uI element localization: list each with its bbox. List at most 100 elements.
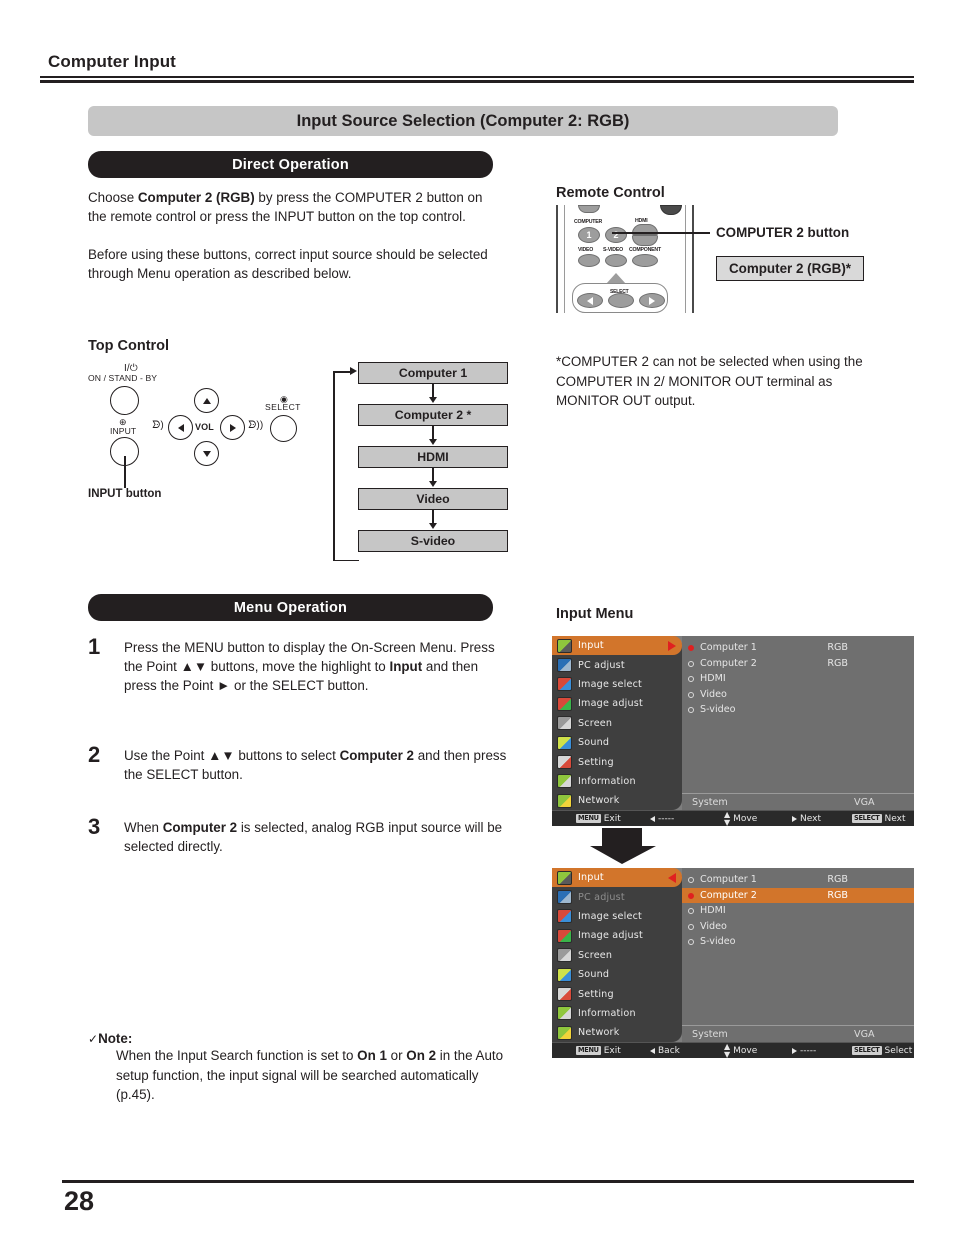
remote-computer-2-button[interactable]: 2 [605, 227, 627, 243]
osd-2-sidebar-label: Network [578, 1027, 620, 1039]
top-control-select-button[interactable] [270, 415, 297, 442]
flow-loop-arrowhead-icon [350, 367, 357, 375]
osd-1-source-value: RGB [827, 642, 848, 654]
remote-video-button[interactable] [578, 254, 600, 267]
radio-selected-icon [688, 892, 694, 899]
osd-1-source-label: Video [700, 688, 727, 700]
note-title: ✓Note: [88, 1031, 518, 1046]
osd-2-sidebar-item-screen[interactable]: Screen [552, 946, 682, 965]
remote-control-label: Remote Control [556, 185, 665, 201]
osd-1-source-s-video[interactable]: S-video [682, 702, 914, 718]
osd-screenshot-1: Input PC adjust Image select Image adjust Sc… [552, 636, 914, 826]
osd-2-source-computer-1[interactable]: Computer 1 RGB [682, 872, 914, 888]
step-1: 1 Press the MENU button to display the O… [88, 634, 508, 695]
osd-1-source-computer-2[interactable]: Computer 2 RGB [682, 656, 914, 672]
top-control-point-up-button[interactable] [194, 388, 219, 413]
osd-1-sidebar-item-input[interactable]: Input [552, 636, 682, 656]
osd-2-sidebar-item-sound[interactable]: Sound [552, 965, 682, 984]
top-control-point-left-button[interactable] [168, 415, 193, 440]
osd-1-sidebar-item-setting[interactable]: Setting [552, 752, 682, 771]
flow-loop-vertical [333, 371, 335, 561]
flow-arrow-4 [429, 510, 436, 529]
triangle-right-icon [649, 296, 655, 305]
osd-1-sidebar-item-pc-adjust[interactable]: PC adjust [552, 655, 682, 674]
osd-1-sidebar-item-network[interactable]: Network [552, 791, 682, 810]
osd-1-source-list: Computer 1 RGB Computer 2 RGB HDMI Video S-vid… [682, 636, 914, 718]
radio-selected-icon [688, 645, 694, 651]
flow-arrow-1 [429, 384, 436, 403]
osd-2-system-row: System VGA [682, 1025, 914, 1042]
remote-component-button[interactable] [632, 254, 658, 267]
osd-1-next: Next [792, 814, 821, 824]
remote-select-button[interactable] [608, 293, 634, 308]
input-icon [557, 870, 572, 885]
osd-1-exit[interactable]: MENU Exit [576, 814, 621, 824]
osd-2-exit[interactable]: MENU Exit [576, 1046, 621, 1056]
osd-2-sidebar-label: Input [578, 872, 604, 884]
triangle-right-icon [792, 1047, 797, 1054]
osd-1-source-computer-1[interactable]: Computer 1 RGB [682, 640, 914, 656]
remote-point-right-button[interactable] [639, 293, 665, 308]
osd-2-source-label: Computer 1 [700, 874, 757, 886]
callout-computer-2-rgb: Computer 2 (RGB)* [716, 256, 865, 281]
triangle-left-icon [650, 1047, 655, 1054]
remote-point-left-button[interactable] [577, 293, 603, 308]
osd-2-sidebar-item-information[interactable]: Information [552, 1004, 682, 1023]
osd-2-select[interactable]: SELECT Select [852, 1046, 912, 1056]
osd-2-body: Input PC adjust Image select Image adjust Sc… [552, 868, 914, 1042]
osd-2-sidebar-item-input[interactable]: Input [552, 868, 682, 888]
remote-s-video-label: S-VIDEO [603, 247, 623, 253]
osd-2-source-value: RGB [827, 874, 848, 886]
osd-1-sidebar-item-information[interactable]: Information [552, 772, 682, 791]
osd-2-source-label: HDMI [700, 905, 726, 917]
osd-2-sidebar-item-network[interactable]: Network [552, 1023, 682, 1042]
information-icon [557, 1006, 572, 1021]
osd-2-source-hdmi[interactable]: HDMI [682, 903, 914, 919]
up-down-arrow-icon: ▲ ▼ [724, 809, 731, 827]
osd-2-source-video[interactable]: Video [682, 919, 914, 935]
osd-2-sidebar-item-image-adjust[interactable]: Image adjust [552, 926, 682, 945]
top-control-power-button[interactable] [110, 386, 139, 415]
up-down-arrow-icon: ▲ ▼ [724, 1041, 731, 1059]
triangle-left-icon [177, 423, 184, 432]
step-3-number: 3 [88, 814, 101, 839]
osd-1-sidebar-item-image-select[interactable]: Image select [552, 675, 682, 694]
osd-1-sidebar-item-screen[interactable]: Screen [552, 714, 682, 733]
radio-empty-icon [688, 660, 694, 667]
flow-loop-bottom [333, 559, 359, 562]
osd-screenshot-2: Input PC adjust Image select Image adjust Sc… [552, 868, 914, 1058]
osd-2-source-s-video[interactable]: S-video [682, 934, 914, 950]
network-icon [557, 793, 572, 808]
osd-2-sidebar-label: Image adjust [578, 930, 643, 942]
remote-s-video-button[interactable] [605, 254, 627, 267]
intro-pre: Choose [88, 190, 138, 205]
osd-1-source-value: RGB [827, 657, 848, 669]
osd-2-sidebar-item-image-select[interactable]: Image select [552, 907, 682, 926]
osd-2-sidebar-item-setting[interactable]: Setting [552, 984, 682, 1003]
step-1-number: 1 [88, 634, 101, 659]
menu-key-icon: MENU [576, 814, 601, 823]
osd-1-source-video[interactable]: Video [682, 687, 914, 703]
remote-component-label: COMPONENT [629, 247, 661, 253]
osd-2-source-computer-2[interactable]: Computer 2 RGB [682, 887, 914, 903]
osd-1-source-hdmi[interactable]: HDMI [682, 671, 914, 687]
osd-1-sidebar-label: Sound [578, 737, 610, 749]
intro-bold: Computer 2 (RGB) [137, 190, 255, 205]
step-3: 3 When Computer 2 is selected, analog RG… [88, 814, 508, 856]
osd-2-sidebar-item-pc-adjust[interactable]: PC adjust [552, 887, 682, 906]
page-header: Computer Input [40, 52, 914, 83]
remote-callout-leader-line [612, 232, 710, 234]
osd-1-select[interactable]: SELECT Next [852, 814, 905, 824]
top-control-point-down-button[interactable] [194, 441, 219, 466]
remote-computer-1-button[interactable]: 1 [578, 227, 600, 243]
osd-2-sidebar: Input PC adjust Image select Image adjust Sc… [552, 868, 682, 1042]
callout-computer-2-button: COMPUTER 2 button [716, 225, 850, 240]
remote-computer-group-label: COMPUTER [574, 219, 603, 225]
chevron-right-icon [668, 640, 676, 651]
top-control-point-right-button[interactable] [220, 415, 245, 440]
step-3-text: When Computer 2 is selected, analog RGB … [124, 820, 503, 854]
osd-1-sidebar-item-image-adjust[interactable]: Image adjust [552, 694, 682, 713]
osd-1-sidebar-item-sound[interactable]: Sound [552, 733, 682, 752]
radio-empty-icon [688, 877, 694, 883]
osd-1-system-row: System VGA [682, 793, 914, 810]
